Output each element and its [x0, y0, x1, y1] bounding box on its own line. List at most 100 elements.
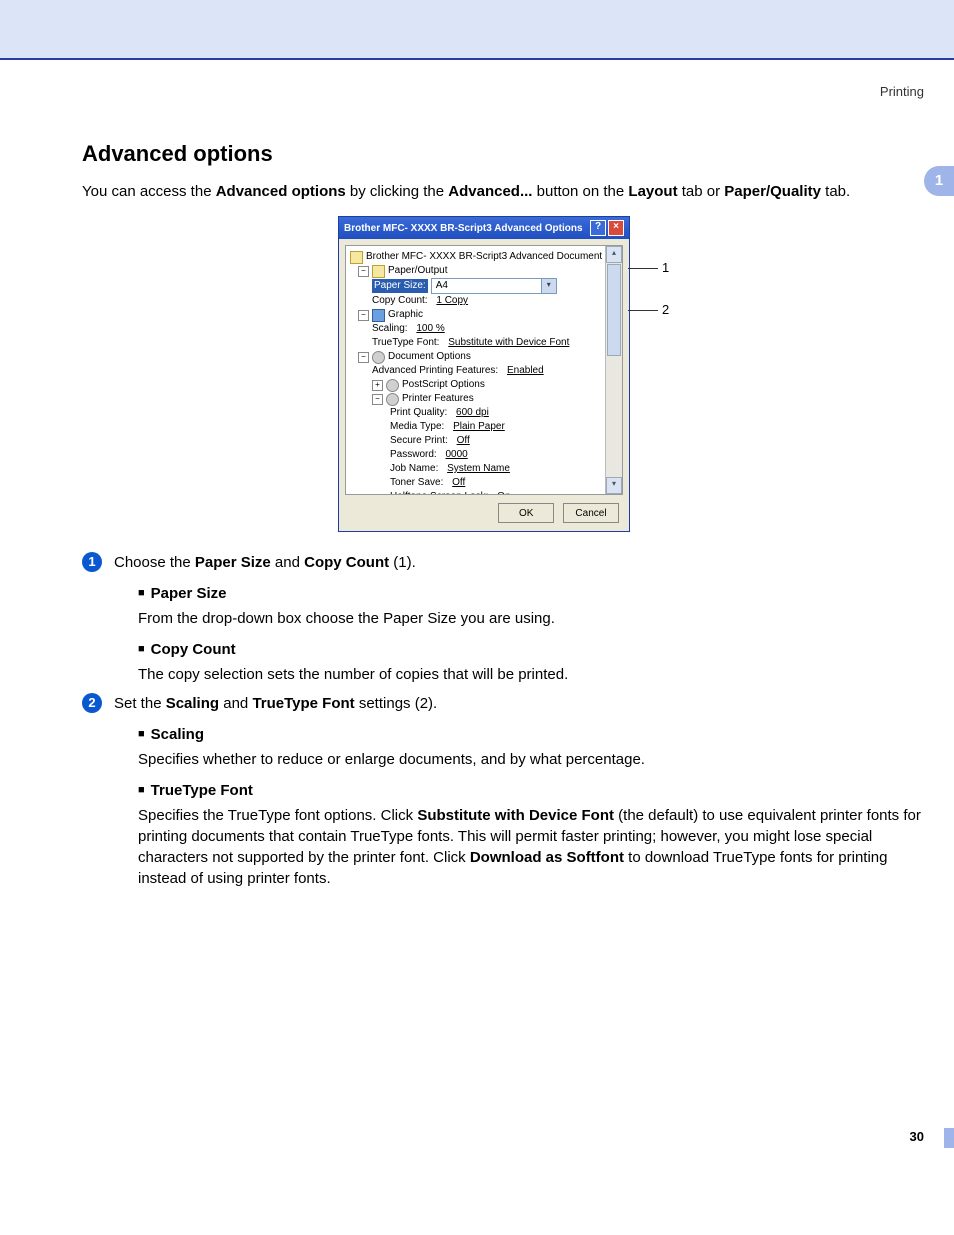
sub-text: Specifies the TrueType font options. Cli… — [138, 807, 417, 824]
step-text: Choose the — [114, 554, 195, 571]
intro-bold: Advanced... — [448, 183, 532, 200]
intro-bold: Advanced options — [216, 183, 346, 200]
tree-scaling[interactable]: Scaling: 100 % — [350, 322, 601, 336]
tree-truetype[interactable]: TrueType Font: Substitute with Device Fo… — [350, 336, 601, 350]
tree-label: Media Type: — [390, 420, 444, 434]
tree-job-name[interactable]: Job Name: System Name — [350, 462, 601, 476]
step-text: Set the — [114, 695, 166, 712]
tree-label: Printer Features — [402, 392, 474, 406]
sub-body: Specifies the TrueType font options. Cli… — [138, 805, 924, 889]
sub-scaling: Scaling Specifies whether to reduce or e… — [82, 726, 924, 889]
graphic-icon — [372, 309, 385, 322]
tree-secure-print[interactable]: Secure Print: Off — [350, 434, 601, 448]
callout-2: 2 — [662, 302, 669, 317]
tree-label: TrueType Font: — [372, 336, 439, 350]
sub-body: From the drop-down box choose the Paper … — [138, 608, 924, 629]
folder-icon — [372, 265, 385, 278]
sub-head: Copy Count — [138, 641, 924, 658]
dropdown-value: A4 — [436, 279, 448, 293]
intro-text: tab. — [821, 183, 850, 200]
scroll-thumb[interactable] — [607, 264, 621, 356]
collapse-icon[interactable]: − — [358, 266, 369, 277]
tree-password[interactable]: Password: 0000 — [350, 448, 601, 462]
tree-value[interactable]: Off — [452, 476, 465, 490]
sub-body: Specifies whether to reduce or enlarge d… — [138, 749, 924, 770]
collapse-icon[interactable]: − — [358, 310, 369, 321]
intro-text: tab or — [678, 183, 725, 200]
intro-paragraph: You can access the Advanced options by c… — [82, 181, 902, 202]
tree-toner-save[interactable]: Toner Save: Off — [350, 476, 601, 490]
step-1: 1 Choose the Paper Size and Copy Count (… — [82, 552, 924, 573]
gear-icon — [386, 379, 399, 392]
page-number: 30 — [82, 1129, 924, 1144]
settings-tree[interactable]: Brother MFC- XXXX BR-Script3 Advanced Do… — [346, 246, 605, 494]
step-bold: Scaling — [166, 695, 219, 712]
intro-bold: Layout — [628, 183, 677, 200]
step-marker: 2 — [82, 693, 102, 713]
chapter-tab: 1 — [924, 166, 954, 196]
tree-label: Paper/Output — [388, 264, 447, 278]
tree-value[interactable]: System Name — [447, 462, 510, 476]
tree-label: Advanced Printing Features: — [372, 364, 498, 378]
tree-value[interactable]: 1 Copy — [436, 294, 468, 308]
dialog-footer: OK Cancel — [339, 501, 629, 531]
expand-icon[interactable]: + — [372, 380, 383, 391]
collapse-icon[interactable]: − — [372, 394, 383, 405]
sub-head: Paper Size — [138, 585, 924, 602]
breadcrumb: Printing — [82, 84, 924, 99]
chevron-down-icon[interactable]: ▾ — [541, 279, 556, 293]
tree-paper-output[interactable]: − Paper/Output — [350, 264, 601, 278]
steps: 1 Choose the Paper Size and Copy Count (… — [82, 552, 924, 889]
callout-line — [628, 310, 658, 311]
tree-label: Secure Print: — [390, 434, 448, 448]
tree-value[interactable]: Off — [457, 434, 470, 448]
dialog-title: Brother MFC- XXXX BR-Script3 Advanced Op… — [344, 223, 583, 234]
gear-icon — [386, 393, 399, 406]
tree-value[interactable]: Substitute with Device Font — [448, 336, 569, 350]
step-bold: Paper Size — [195, 554, 271, 571]
help-icon[interactable]: ? — [590, 220, 606, 236]
tree-doc-options[interactable]: − Document Options — [350, 350, 601, 364]
tree-value[interactable]: Enabled — [507, 364, 544, 378]
footer-accent — [944, 1128, 954, 1148]
scroll-down-icon[interactable]: ▾ — [606, 477, 622, 494]
ok-button[interactable]: OK — [498, 503, 554, 523]
tree-copy-count[interactable]: Copy Count: 1 Copy — [350, 294, 601, 308]
tree-label: Document Options — [388, 350, 471, 364]
tree-printer-features[interactable]: − Printer Features — [350, 392, 601, 406]
tree-value[interactable]: 600 dpi — [456, 406, 489, 420]
collapse-icon[interactable]: − — [358, 352, 369, 363]
page-footer: 30 — [82, 1129, 924, 1144]
tree-graphic[interactable]: − Graphic — [350, 308, 601, 322]
tree-label: Scaling: — [372, 322, 408, 336]
tree-media-type[interactable]: Media Type: Plain Paper — [350, 420, 601, 434]
sub-head: Scaling — [138, 726, 924, 743]
cancel-button[interactable]: Cancel — [563, 503, 619, 523]
paper-size-dropdown[interactable]: A4 ▾ — [431, 278, 557, 294]
tree-halftone[interactable]: Halftone Screen Lock: On — [350, 490, 601, 494]
tree-label: Halftone Screen Lock: — [390, 490, 488, 494]
tree-value[interactable]: On — [497, 490, 510, 494]
section-title: Advanced options — [82, 141, 924, 167]
callout-1: 1 — [662, 260, 669, 275]
scrollbar[interactable]: ▴ ▾ — [605, 246, 622, 494]
step-2: 2 Set the Scaling and TrueType Font sett… — [82, 693, 924, 714]
dialog-body: Brother MFC- XXXX BR-Script3 Advanced Do… — [345, 245, 623, 495]
sub-head: TrueType Font — [138, 782, 924, 799]
tree-root[interactable]: Brother MFC- XXXX BR-Script3 Advanced Do… — [350, 250, 601, 264]
scroll-up-icon[interactable]: ▴ — [606, 246, 622, 263]
tree-print-quality[interactable]: Print Quality: 600 dpi — [350, 406, 601, 420]
tree-value[interactable]: Plain Paper — [453, 420, 505, 434]
close-icon[interactable]: × — [608, 220, 624, 236]
tree-value[interactable]: 100 % — [416, 322, 444, 336]
step-text: settings (2). — [355, 695, 438, 712]
tree-label: Toner Save: — [390, 476, 443, 490]
tree-value[interactable]: 0000 — [445, 448, 467, 462]
tree-adv-print[interactable]: Advanced Printing Features: Enabled — [350, 364, 601, 378]
top-band — [0, 0, 954, 58]
step-text: and — [219, 695, 252, 712]
tree-label: Print Quality: — [390, 406, 447, 420]
tree-postscript[interactable]: + PostScript Options — [350, 378, 601, 392]
tree-paper-size[interactable]: Paper Size: A4 ▾ — [350, 278, 601, 294]
advanced-options-dialog: Brother MFC- XXXX BR-Script3 Advanced Op… — [338, 216, 630, 532]
